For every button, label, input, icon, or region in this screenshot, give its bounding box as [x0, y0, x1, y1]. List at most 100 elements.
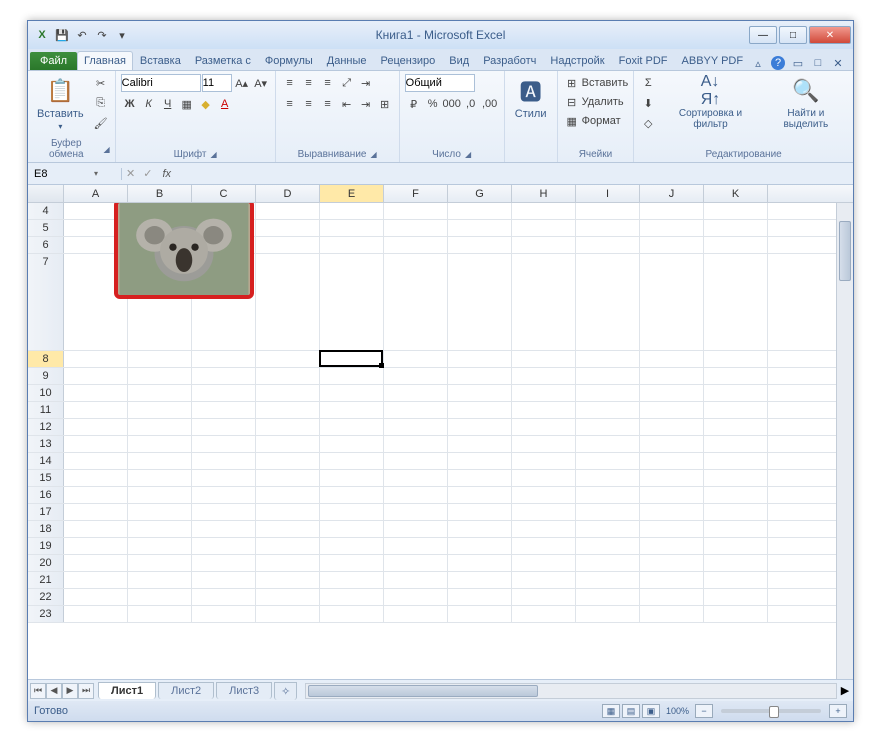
cell-I4[interactable]: [576, 203, 640, 219]
cell-K17[interactable]: [704, 504, 768, 520]
row-header-9[interactable]: 9: [28, 368, 64, 384]
first-sheet-icon[interactable]: ⏮: [30, 683, 46, 699]
cell-D14[interactable]: [256, 453, 320, 469]
row-header-16[interactable]: 16: [28, 487, 64, 503]
cell-H4[interactable]: [512, 203, 576, 219]
cell-J10[interactable]: [640, 385, 704, 401]
zoom-slider[interactable]: [721, 709, 821, 713]
cell-I15[interactable]: [576, 470, 640, 486]
align-top-icon[interactable]: ≡: [281, 74, 299, 92]
cancel-formula-icon[interactable]: ✕: [122, 167, 139, 180]
embedded-image[interactable]: [114, 203, 254, 299]
cell-H21[interactable]: [512, 572, 576, 588]
name-box-input[interactable]: [34, 168, 94, 180]
cell-J15[interactable]: [640, 470, 704, 486]
tab-view[interactable]: Вид: [442, 51, 476, 70]
cell-A15[interactable]: [64, 470, 128, 486]
row-header-12[interactable]: 12: [28, 419, 64, 435]
cell-G17[interactable]: [448, 504, 512, 520]
cell-A8[interactable]: [64, 351, 128, 367]
cell-F7[interactable]: [384, 254, 448, 350]
col-header-F[interactable]: F: [384, 185, 448, 202]
col-header-E[interactable]: E: [320, 185, 384, 202]
percent-icon[interactable]: %: [424, 95, 442, 113]
cell-E19[interactable]: [320, 538, 384, 554]
cell-I16[interactable]: [576, 487, 640, 503]
cell-G23[interactable]: [448, 606, 512, 622]
cell-G4[interactable]: [448, 203, 512, 219]
cell-G5[interactable]: [448, 220, 512, 236]
cell-G20[interactable]: [448, 555, 512, 571]
underline-icon[interactable]: Ч: [159, 95, 177, 113]
row-header-22[interactable]: 22: [28, 589, 64, 605]
close-button[interactable]: ✕: [809, 26, 851, 44]
col-header-B[interactable]: B: [128, 185, 192, 202]
decrease-font-icon[interactable]: A▾: [252, 74, 270, 92]
row-header-13[interactable]: 13: [28, 436, 64, 452]
cell-H17[interactable]: [512, 504, 576, 520]
sort-filter-button[interactable]: A↓Я↑ Сортировка и фильтр: [661, 74, 759, 132]
fill-color-icon[interactable]: ◆: [197, 95, 215, 113]
cell-I13[interactable]: [576, 436, 640, 452]
cell-E11[interactable]: [320, 402, 384, 418]
cell-B16[interactable]: [128, 487, 192, 503]
cell-J13[interactable]: [640, 436, 704, 452]
col-header-H[interactable]: H: [512, 185, 576, 202]
cell-J14[interactable]: [640, 453, 704, 469]
cell-F9[interactable]: [384, 368, 448, 384]
font-dialog-icon[interactable]: ◢: [211, 150, 217, 159]
cell-A13[interactable]: [64, 436, 128, 452]
cell-G19[interactable]: [448, 538, 512, 554]
help-icon[interactable]: ?: [771, 56, 785, 70]
cell-K23[interactable]: [704, 606, 768, 622]
cell-H14[interactable]: [512, 453, 576, 469]
cell-F22[interactable]: [384, 589, 448, 605]
cell-F8[interactable]: [384, 351, 448, 367]
cell-E17[interactable]: [320, 504, 384, 520]
row-header-23[interactable]: 23: [28, 606, 64, 622]
undo-icon[interactable]: ↶: [74, 27, 90, 43]
cell-H22[interactable]: [512, 589, 576, 605]
row-header-10[interactable]: 10: [28, 385, 64, 401]
cell-E14[interactable]: [320, 453, 384, 469]
cell-A22[interactable]: [64, 589, 128, 605]
orientation-icon[interactable]: ⤢: [338, 74, 356, 92]
cell-D5[interactable]: [256, 220, 320, 236]
decrease-decimal-icon[interactable]: ,00: [481, 95, 499, 113]
cell-G8[interactable]: [448, 351, 512, 367]
cell-K9[interactable]: [704, 368, 768, 384]
cell-G15[interactable]: [448, 470, 512, 486]
cell-C11[interactable]: [192, 402, 256, 418]
cell-B17[interactable]: [128, 504, 192, 520]
autosum-icon[interactable]: Σ: [639, 74, 657, 92]
cell-B20[interactable]: [128, 555, 192, 571]
cell-D7[interactable]: [256, 254, 320, 350]
cell-A23[interactable]: [64, 606, 128, 622]
cell-G6[interactable]: [448, 237, 512, 253]
cell-I8[interactable]: [576, 351, 640, 367]
cell-G21[interactable]: [448, 572, 512, 588]
cell-J12[interactable]: [640, 419, 704, 435]
cell-A12[interactable]: [64, 419, 128, 435]
cell-H18[interactable]: [512, 521, 576, 537]
cell-E7[interactable]: [320, 254, 384, 350]
cell-C17[interactable]: [192, 504, 256, 520]
cut-icon[interactable]: ✂: [92, 74, 110, 92]
tab-data[interactable]: Данные: [320, 51, 374, 70]
cell-H11[interactable]: [512, 402, 576, 418]
cell-H9[interactable]: [512, 368, 576, 384]
horizontal-scrollbar[interactable]: [305, 683, 837, 699]
zoom-in-icon[interactable]: +: [829, 704, 847, 718]
cell-J20[interactable]: [640, 555, 704, 571]
cell-F23[interactable]: [384, 606, 448, 622]
row-header-11[interactable]: 11: [28, 402, 64, 418]
cell-I7[interactable]: [576, 254, 640, 350]
cell-F6[interactable]: [384, 237, 448, 253]
cell-D12[interactable]: [256, 419, 320, 435]
clipboard-dialog-icon[interactable]: ◢: [103, 145, 109, 154]
cell-I5[interactable]: [576, 220, 640, 236]
increase-indent-icon[interactable]: ⇥: [357, 95, 375, 113]
fill-icon[interactable]: ⬇: [639, 94, 657, 112]
font-color-icon[interactable]: A: [216, 95, 234, 113]
cell-I20[interactable]: [576, 555, 640, 571]
